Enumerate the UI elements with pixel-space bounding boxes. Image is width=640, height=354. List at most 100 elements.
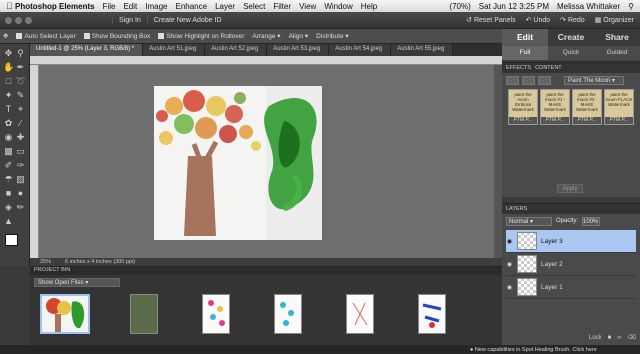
- tab-content[interactable]: CONTENT: [535, 65, 562, 71]
- auto-select-checkbox[interactable]: Auto Select Layer: [16, 33, 76, 40]
- effect-item-1[interactable]: paint the moon Emboss Watermark PTM P...: [508, 89, 538, 125]
- marquee-tool-icon[interactable]: □: [3, 76, 14, 87]
- lock-icon[interactable]: ■: [608, 335, 612, 341]
- content-aware-move-icon[interactable]: ▲: [3, 216, 14, 227]
- sign-in-link[interactable]: Sign In: [112, 16, 148, 24]
- menu-image[interactable]: Image: [145, 2, 167, 11]
- effect-item-2[interactable]: paint the moon #1 - MAKE Watermark PTM P.…: [540, 89, 570, 125]
- menu-help[interactable]: Help: [361, 2, 377, 11]
- opacity-input[interactable]: 100%: [582, 216, 601, 226]
- hand-tool-icon[interactable]: ✋: [3, 62, 14, 73]
- link-icon[interactable]: ∞: [617, 335, 621, 341]
- layer-row-3[interactable]: ◉ Layer 3: [506, 230, 636, 253]
- menu-layer[interactable]: Layer: [215, 2, 235, 11]
- redo-button[interactable]: ↷ Redo: [560, 16, 585, 24]
- tab-quick[interactable]: Quick: [548, 46, 594, 60]
- effect-item-3[interactable]: paint the moon #2 - MAKE Watermark PTM P.…: [572, 89, 602, 125]
- menu-enhance[interactable]: Enhance: [175, 2, 207, 11]
- create-adobe-id-link[interactable]: Create New Adobe ID: [148, 17, 228, 24]
- type-tool-icon[interactable]: T: [3, 104, 14, 115]
- document-canvas[interactable]: [154, 86, 322, 240]
- zoom-tool-icon[interactable]: ⚲: [15, 48, 26, 59]
- bin-thumb-1[interactable]: [40, 294, 90, 334]
- menu-file[interactable]: File: [103, 2, 116, 11]
- tab-share[interactable]: Share: [594, 29, 640, 46]
- visibility-eye-icon[interactable]: ◉: [506, 238, 513, 245]
- vertical-scrollbar[interactable]: [494, 65, 502, 258]
- menu-select[interactable]: Select: [243, 2, 265, 11]
- tab-austin-art-53[interactable]: Austin Art 53.jpeg: [267, 44, 330, 56]
- magic-wand-tool-icon[interactable]: ✦: [3, 90, 14, 101]
- arrange-dropdown[interactable]: Arrange ▾: [252, 32, 280, 40]
- tab-create[interactable]: Create: [548, 29, 594, 46]
- bin-thumb-2[interactable]: [130, 294, 158, 334]
- clock[interactable]: Sat Jun 12 3:25 PM: [479, 2, 549, 11]
- effect-photo-button[interactable]: [538, 75, 551, 85]
- red-eye-tool-icon[interactable]: ◉: [3, 132, 14, 143]
- effect-style-button[interactable]: [522, 75, 535, 85]
- menu-window[interactable]: Window: [324, 2, 352, 11]
- close-window-button[interactable]: [5, 16, 12, 24]
- zoom-window-button[interactable]: [25, 16, 32, 24]
- cookie-cutter-tool-icon[interactable]: ✿: [3, 118, 14, 129]
- tab-austin-art-54[interactable]: Austin Art 54.jpeg: [329, 44, 392, 56]
- tab-untitled-1[interactable]: Untitled-1 @ 25% (Layer 3, RGB/8) *: [30, 44, 144, 56]
- smart-brush-tool-icon[interactable]: ✑: [15, 160, 26, 171]
- move-tool-icon[interactable]: ✥: [3, 48, 14, 59]
- apple-icon[interactable]: : [6, 1, 15, 11]
- effect-filter-button[interactable]: [506, 75, 519, 85]
- eyedropper-tool-icon[interactable]: ✒: [15, 62, 26, 73]
- menu-edit[interactable]: Edit: [123, 2, 137, 11]
- straighten-tool-icon[interactable]: ∕: [15, 118, 26, 129]
- menu-view[interactable]: View: [299, 2, 316, 11]
- menu-filter[interactable]: Filter: [273, 2, 291, 11]
- tab-effects[interactable]: EFFECTS: [506, 65, 531, 71]
- blend-mode-select[interactable]: Normal ▾: [506, 216, 552, 226]
- user-menu[interactable]: Melissa Whittaker: [557, 2, 620, 11]
- crop-tool-icon[interactable]: ⌖: [15, 104, 26, 115]
- visibility-eye-icon[interactable]: ◉: [506, 284, 513, 291]
- spotlight-icon[interactable]: ⚲: [628, 2, 634, 11]
- tab-austin-art-51[interactable]: Austin Art 51.jpeg: [143, 44, 206, 56]
- effect-item-4[interactable]: paint the moon FLACK Watermark PTM P...: [604, 89, 634, 125]
- bin-thumb-6[interactable]: [418, 294, 446, 334]
- gradient-tool-icon[interactable]: ▧: [15, 174, 26, 185]
- shape-tool-icon[interactable]: ■: [3, 188, 14, 199]
- tab-full[interactable]: Full: [502, 46, 548, 60]
- eraser-tool-icon[interactable]: ▭: [15, 146, 26, 157]
- bin-thumb-5[interactable]: [346, 294, 374, 334]
- reset-panels-button[interactable]: ↺ Reset Panels: [466, 16, 515, 24]
- tip-link[interactable]: ● New capabilities in Spot Healing Brush…: [470, 347, 597, 353]
- pencil-tool-icon[interactable]: ✏: [15, 202, 26, 213]
- tab-guided[interactable]: Guided: [594, 46, 640, 60]
- trash-icon[interactable]: ⌫: [628, 334, 636, 341]
- undo-button[interactable]: ↶ Undo: [526, 16, 551, 24]
- distribute-dropdown[interactable]: Distribute ▾: [316, 32, 349, 40]
- bounding-box-checkbox[interactable]: Show Bounding Box: [83, 33, 150, 40]
- bin-thumb-4[interactable]: [274, 294, 302, 334]
- align-dropdown[interactable]: Align ▾: [289, 32, 309, 40]
- battery-status[interactable]: (70%): [449, 2, 470, 11]
- quick-selection-tool-icon[interactable]: ✎: [15, 90, 26, 101]
- bin-filter-select[interactable]: Show Open Files ▾: [34, 278, 120, 287]
- brush-tool-icon[interactable]: ✐: [3, 160, 14, 171]
- layer-row-2[interactable]: ◉ Layer 2: [506, 253, 636, 276]
- tab-austin-art-55[interactable]: Austin Art 55.jpeg: [391, 44, 454, 56]
- layer-row-1[interactable]: ◉ Layer 1: [506, 276, 636, 299]
- tab-edit[interactable]: Edit: [502, 29, 548, 46]
- highlight-checkbox[interactable]: Show Highlight on Rollover: [158, 33, 244, 40]
- bin-thumb-3[interactable]: [202, 294, 230, 334]
- paint-bucket-tool-icon[interactable]: ☂: [3, 174, 14, 185]
- effect-category-select[interactable]: Paint The Moon ▾: [564, 75, 624, 85]
- blur-tool-icon[interactable]: ●: [15, 188, 26, 199]
- healing-brush-tool-icon[interactable]: ✚: [15, 132, 26, 143]
- zoom-level[interactable]: 25%: [40, 259, 51, 265]
- tab-austin-art-52[interactable]: Austin Art 52.jpeg: [205, 44, 268, 56]
- app-menu[interactable]: Photoshop Elements: [15, 2, 95, 11]
- sponge-tool-icon[interactable]: ◈: [3, 202, 14, 213]
- minimize-window-button[interactable]: [15, 16, 22, 24]
- move-tool-options-icon[interactable]: ✥: [3, 32, 8, 40]
- clone-stamp-tool-icon[interactable]: ▩: [3, 146, 14, 157]
- lasso-tool-icon[interactable]: ➰: [15, 76, 26, 87]
- foreground-color-swatch[interactable]: [5, 234, 18, 246]
